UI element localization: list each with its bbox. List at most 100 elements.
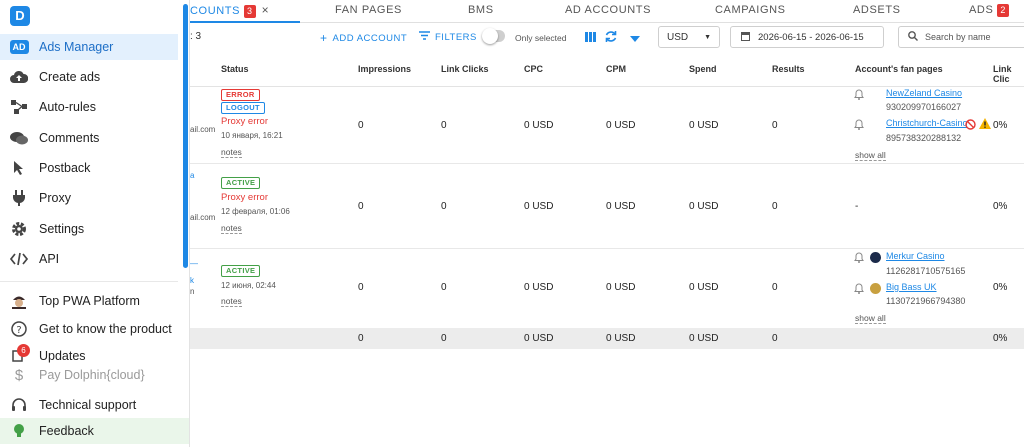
cell-impressions: 0 xyxy=(358,201,364,212)
column-header-cpm[interactable]: CPM xyxy=(606,64,626,74)
total-cpc: 0 USD xyxy=(524,333,554,344)
sidebar-item-settings[interactable]: Settings xyxy=(0,216,178,242)
help-icon: ? xyxy=(10,320,28,338)
dolphin-logo: D xyxy=(10,6,30,26)
currency-select[interactable]: USD ▼ xyxy=(658,26,720,48)
column-header-impressions[interactable]: Impressions xyxy=(358,64,411,74)
sidebar-item-postback[interactable]: Postback xyxy=(0,155,178,181)
account-name-fragment[interactable]: a xyxy=(190,171,194,180)
proxy-error-text: Proxy error xyxy=(221,192,268,203)
blocked-icon xyxy=(965,119,976,130)
updates-badge: 6 xyxy=(17,344,30,357)
fan-page-avatar xyxy=(870,252,881,263)
proxy-error-text: Proxy error xyxy=(221,116,268,127)
tab-bar: COUNTS 3 × FAN PAGES BMS AD ACCOUNTS CAMPA… xyxy=(190,0,1024,23)
cloud-upload-icon xyxy=(10,68,28,86)
close-icon[interactable]: × xyxy=(262,3,270,17)
sidebar-item-label: API xyxy=(39,252,60,266)
svg-text:?: ? xyxy=(16,325,21,336)
fan-page-avatar xyxy=(870,283,881,294)
columns-icon[interactable] xyxy=(585,32,596,45)
sidebar-item-get-to-know[interactable]: ? Get to know the product xyxy=(0,316,178,342)
column-header-link-clicks[interactable]: Link Clicks xyxy=(441,64,489,74)
sidebar-item-feedback[interactable]: Feedback xyxy=(0,418,189,444)
sidebar-item-ads-manager[interactable]: AD Ads Manager xyxy=(0,34,178,60)
only-selected-toggle[interactable] xyxy=(482,28,505,44)
show-all-link[interactable]: show all xyxy=(855,313,886,324)
sidebar-item-technical-support[interactable]: Technical support xyxy=(0,392,178,418)
fan-page-link[interactable]: Big Bass UK xyxy=(886,282,937,292)
header-divider xyxy=(190,86,1024,87)
search-icon xyxy=(908,30,918,44)
account-email-fragment: ail.com xyxy=(190,125,216,134)
sidebar-item-proxy[interactable]: Proxy xyxy=(0,185,178,211)
sidebar-item-comments[interactable]: Comments xyxy=(0,125,178,151)
fan-page-id: 930209970166027 xyxy=(886,102,962,112)
sidebar-item-label: Technical support xyxy=(39,398,137,412)
bell-icon[interactable] xyxy=(854,119,864,130)
sidebar-scrollbar[interactable] xyxy=(183,4,188,268)
sidebar-item-label: Get to know the product xyxy=(39,322,172,336)
tab-label: ADS xyxy=(969,4,994,16)
row-divider xyxy=(190,163,1024,164)
tab-label: COUNTS xyxy=(190,5,241,17)
account-email-fragment: n xyxy=(190,287,195,296)
bell-icon[interactable] xyxy=(854,89,864,100)
sidebar-item-label: Postback xyxy=(39,161,91,175)
notes-link[interactable]: notes xyxy=(221,296,242,307)
notes-link[interactable]: notes xyxy=(221,147,242,158)
refresh-icon[interactable] xyxy=(605,30,617,46)
tab-fan-pages[interactable]: FAN PAGES xyxy=(335,0,402,21)
date-range-picker[interactable]: 2026-06-15 - 2026-06-15 xyxy=(730,26,884,48)
account-name-fragment[interactable]: k xyxy=(190,276,194,285)
tab-bms[interactable]: BMS xyxy=(468,0,494,21)
add-account-button[interactable]: + ADD ACCOUNT xyxy=(320,31,407,45)
filter-icon xyxy=(419,31,430,43)
tab-adsets[interactable]: ADSETS xyxy=(853,0,901,21)
ad-icon: AD xyxy=(9,38,29,56)
sidebar-item-create-ads[interactable]: Create ads xyxy=(0,64,178,90)
bell-icon[interactable] xyxy=(854,283,864,294)
column-header-fan-pages[interactable]: Account's fan pages xyxy=(855,64,943,74)
show-all-link[interactable]: show all xyxy=(855,150,886,161)
total-results: 0 xyxy=(772,333,778,344)
currency-value: USD xyxy=(667,31,689,43)
sidebar-item-api[interactable]: API xyxy=(0,246,178,272)
row-divider xyxy=(190,248,1024,249)
row-date: 12 февраля, 01:06 xyxy=(221,207,290,216)
cell-cpm: 0 USD xyxy=(606,282,636,293)
total-spend: 0 USD xyxy=(689,333,719,344)
flow-icon xyxy=(10,98,28,116)
account-name-fragment[interactable]: — xyxy=(190,259,198,268)
cell-link-clicks: 0 xyxy=(441,120,447,131)
sidebar-item-label: Auto-rules xyxy=(39,100,96,114)
search-input[interactable]: Search by name xyxy=(898,26,1024,48)
sidebar-item-auto-rules[interactable]: Auto-rules xyxy=(0,94,178,120)
tab-accounts[interactable]: COUNTS 3 × xyxy=(190,0,300,23)
tab-count-badge: 2 xyxy=(997,4,1010,17)
column-header-status[interactable]: Status xyxy=(221,64,249,74)
status-badge: ERROR xyxy=(221,89,260,101)
tab-ads[interactable]: ADS 2 xyxy=(969,0,1010,21)
filters-button[interactable]: FILTERS xyxy=(419,31,477,43)
bell-icon[interactable] xyxy=(854,252,864,263)
sidebar-item-top-pwa[interactable]: Top PWA Platform xyxy=(0,288,178,314)
notes-link[interactable]: notes xyxy=(221,223,242,234)
chevron-down-icon[interactable] xyxy=(630,34,640,45)
column-header-spend[interactable]: Spend xyxy=(689,64,717,74)
chevron-down-icon: ▼ xyxy=(704,33,711,41)
fan-page-id: 895738320288132 xyxy=(886,133,962,143)
cell-ctr: 0% xyxy=(993,282,1008,293)
tab-campaigns[interactable]: CAMPAIGNS xyxy=(715,0,786,21)
cell-cpc: 0 USD xyxy=(524,282,554,293)
fan-page-link[interactable]: NewZeland Casino xyxy=(886,88,962,98)
column-header-link-ctr[interactable]: Link Clic xyxy=(993,64,1024,84)
column-header-cpc[interactable]: CPC xyxy=(524,64,543,74)
tab-ad-accounts[interactable]: AD ACCOUNTS xyxy=(565,0,651,21)
cell-cpm: 0 USD xyxy=(606,120,636,131)
fan-page-link[interactable]: Merkur Casino xyxy=(886,251,945,261)
cell-impressions: 0 xyxy=(358,282,364,293)
column-header-results[interactable]: Results xyxy=(772,64,805,74)
fan-page-link[interactable]: Christchurch-Casino xyxy=(886,118,968,128)
sidebar-item-pay-dolphin[interactable]: $ Pay Dolphin{cloud} xyxy=(0,362,178,388)
